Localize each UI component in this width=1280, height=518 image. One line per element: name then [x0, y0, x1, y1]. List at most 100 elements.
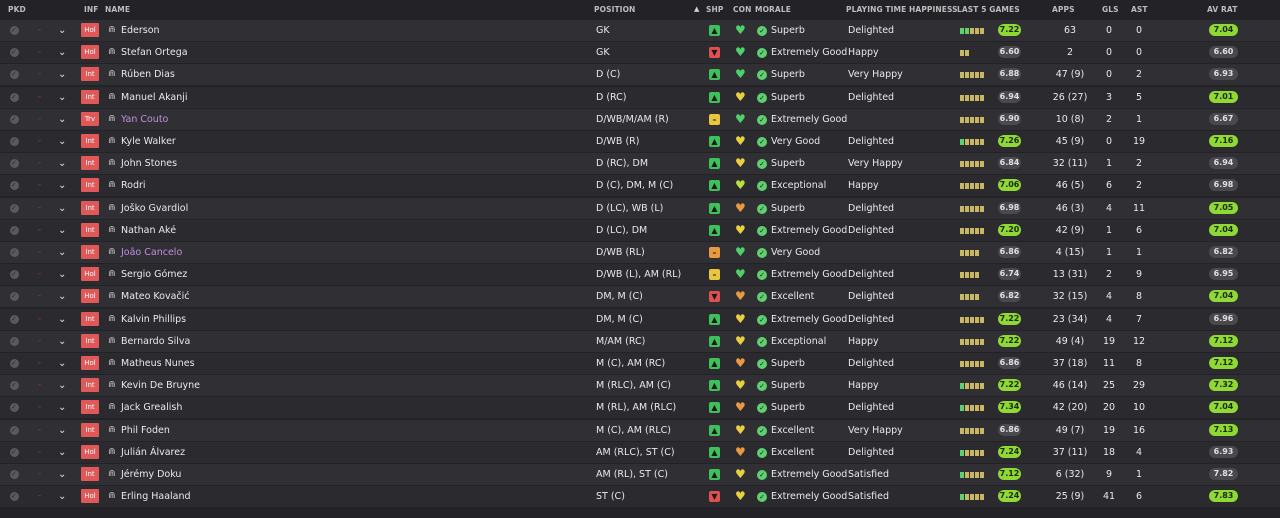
chevron-down-icon[interactable]: ⌄ [58, 198, 66, 219]
picked-checkbox[interactable] [10, 464, 19, 485]
chevron-down-icon[interactable]: ⌄ [58, 242, 66, 263]
table-row[interactable]: - ⌄ Int ⋒ John Stones D (RC), DM ▲ ♥ ✓ Superb Very… [0, 153, 1280, 175]
picked-checkbox[interactable] [10, 353, 19, 374]
col-con[interactable]: CON [733, 5, 751, 14]
player-name[interactable]: Stefan Ortega [121, 42, 188, 63]
player-name[interactable]: Yan Couto [121, 109, 168, 130]
chevron-down-icon[interactable]: ⌄ [58, 331, 66, 352]
player-name[interactable]: Sergio Gómez [121, 264, 187, 285]
chevron-down-icon[interactable]: ⌄ [58, 464, 66, 485]
table-row[interactable]: - ⌄ Int ⋒ Joško Gvardiol D (LC), WB (L) ▲ ♥ ✓ Sup… [0, 197, 1280, 219]
player-name[interactable]: Joško Gvardiol [121, 198, 188, 219]
table-row[interactable]: - ⌄ Int ⋒ Kevin De Bruyne M (RLC), AM (C) ▲ ♥ ✓ S… [0, 375, 1280, 397]
chevron-down-icon[interactable]: ⌄ [58, 442, 66, 463]
player-name[interactable]: Nathan Aké [121, 220, 176, 241]
chevron-down-icon[interactable]: ⌄ [58, 64, 66, 85]
picked-checkbox[interactable] [10, 309, 19, 330]
picked-checkbox[interactable] [10, 198, 19, 219]
picked-checkbox[interactable] [10, 397, 19, 418]
chevron-down-icon[interactable]: ⌄ [58, 175, 66, 196]
table-row[interactable]: - ⌄ Trv ⋒ Yan Couto D/WB/M/AM (R) – ♥ ✓ Extremely… [0, 108, 1280, 130]
chevron-down-icon[interactable]: ⌄ [58, 353, 66, 374]
player-name[interactable]: Erling Haaland [121, 486, 191, 507]
col-apps[interactable]: APPS [1052, 5, 1075, 14]
chevron-down-icon[interactable]: ⌄ [58, 220, 66, 241]
col-gls[interactable]: GLS [1102, 5, 1119, 14]
table-row[interactable]: - ⌄ Int ⋒ Jérémy Doku AM (RL), ST (C) ▲ ♥ ✓ Extre… [0, 464, 1280, 485]
player-name[interactable]: Matheus Nunes [121, 353, 195, 374]
chevron-down-icon[interactable]: ⌄ [58, 486, 66, 507]
chevron-down-icon[interactable]: ⌄ [58, 131, 66, 152]
player-name[interactable]: Jérémy Doku [121, 464, 181, 485]
chevron-down-icon[interactable]: ⌄ [58, 420, 66, 441]
picked-checkbox[interactable] [10, 331, 19, 352]
player-name[interactable]: Ederson [121, 20, 160, 41]
chevron-down-icon[interactable]: ⌄ [58, 109, 66, 130]
table-row[interactable]: - ⌄ Hol ⋒ Erling Haaland ST (C) ▼ ♥ ✓ Extremely G… [0, 486, 1280, 508]
player-name[interactable]: Mateo Kovačić [121, 286, 190, 307]
col-inf[interactable]: INF [84, 5, 99, 14]
table-row[interactable]: - ⌄ Int ⋒ Rodri D (C), DM, M (C) ▲ ♥ ✓ Exceptiona… [0, 175, 1280, 197]
chevron-down-icon[interactable]: ⌄ [58, 286, 66, 307]
table-row[interactable]: - ⌄ Int ⋒ Nathan Aké D (LC), DM ▲ ♥ ✓ Extremely G… [0, 219, 1280, 241]
picked-checkbox[interactable] [10, 175, 19, 196]
col-position[interactable]: POSITION [594, 5, 635, 14]
player-name[interactable]: Kyle Walker [121, 131, 176, 152]
picked-checkbox[interactable] [10, 64, 19, 85]
player-name[interactable]: Phil Foden [121, 420, 170, 441]
table-row[interactable]: - ⌄ Hol ⋒ Sergio Gómez D/WB (L), AM (RL) – ♥ ✓ Ex… [0, 264, 1280, 286]
player-name[interactable]: Bernardo Silva [121, 331, 190, 352]
table-row[interactable]: - ⌄ Int ⋒ Phil Foden M (C), AM (RLC) ▲ ♥ ✓ Excell… [0, 419, 1280, 441]
chevron-down-icon[interactable]: ⌄ [58, 87, 66, 108]
picked-checkbox[interactable] [10, 375, 19, 396]
picked-checkbox[interactable] [10, 20, 19, 41]
table-row[interactable]: - ⌄ Hol ⋒ Julián Álvarez AM (RLC), ST (C) ▲ ♥ ✓ E… [0, 441, 1280, 463]
chevron-down-icon[interactable]: ⌄ [58, 42, 66, 63]
chevron-down-icon[interactable]: ⌄ [58, 309, 66, 330]
col-playing-time[interactable]: PLAYING TIME HAPPINESS [846, 5, 958, 14]
col-shp[interactable]: SHP [706, 5, 723, 14]
picked-checkbox[interactable] [10, 153, 19, 174]
chevron-down-icon[interactable]: ⌄ [58, 264, 66, 285]
table-row[interactable]: - ⌄ Hol ⋒ Stefan Ortega GK ▼ ♥ ✓ Extremely GoodHa… [0, 42, 1280, 64]
picked-checkbox[interactable] [10, 420, 19, 441]
player-name[interactable]: Rúben Dias [121, 64, 175, 85]
picked-checkbox[interactable] [10, 264, 19, 285]
player-name[interactable]: Kevin De Bruyne [121, 375, 200, 396]
table-row[interactable]: - ⌄ Hol ⋒ Mateo Kovačić DM, M (C) ▼ ♥ ✓ Excellent… [0, 286, 1280, 308]
player-name[interactable]: Kalvin Phillips [121, 309, 186, 330]
player-name[interactable]: João Cancelo [121, 242, 182, 263]
col-ast[interactable]: AST [1131, 5, 1148, 14]
col-name[interactable]: NAME [105, 5, 130, 14]
col-last5[interactable]: LAST 5 GAMES [957, 5, 1020, 14]
table-row[interactable]: - ⌄ Int ⋒ Kalvin Phillips DM, M (C) ▲ ♥ ✓ Extreme… [0, 308, 1280, 330]
table-row[interactable]: - ⌄ Int ⋒ Kyle Walker D/WB (R) ▲ ♥ ✓ Very Good Del… [0, 131, 1280, 152]
chevron-down-icon[interactable]: ⌄ [58, 375, 66, 396]
chevron-down-icon[interactable]: ⌄ [58, 20, 66, 41]
table-row[interactable]: - ⌄ Int ⋒ Jack Grealish M (RL), AM (RLC) ▲ ♥ ✓ Su… [0, 397, 1280, 419]
picked-checkbox[interactable] [10, 131, 19, 152]
table-row[interactable]: - ⌄ Int ⋒ João Cancelo D/WB (RL) – ♥ ✓ Very Good 6… [0, 242, 1280, 263]
table-row[interactable]: - ⌄ Hol ⋒ Ederson GK ▲ ♥ ✓ Superb Delighted 7.22 63 0… [0, 20, 1280, 41]
player-name[interactable]: Julián Álvarez [121, 442, 185, 463]
table-row[interactable]: - ⌄ Int ⋒ Bernardo Silva M/AM (RC) ▲ ♥ ✓ Exceptio… [0, 330, 1280, 352]
table-row[interactable]: - ⌄ Int ⋒ Rúben Dias D (C) ▲ ♥ ✓ Superb Very Happy… [0, 64, 1280, 86]
picked-checkbox[interactable] [10, 42, 19, 63]
picked-checkbox[interactable] [10, 220, 19, 241]
picked-checkbox[interactable] [10, 286, 19, 307]
picked-checkbox[interactable] [10, 109, 19, 130]
picked-checkbox[interactable] [10, 87, 19, 108]
player-name[interactable]: Manuel Akanji [121, 87, 188, 108]
player-name[interactable]: John Stones [121, 153, 177, 174]
table-row[interactable]: - ⌄ Int ⋒ Manuel Akanji D (RC) ▲ ♥ ✓ Superb Deligh… [0, 86, 1280, 108]
table-row[interactable]: - ⌄ Hol ⋒ Matheus Nunes M (C), AM (RC) ▲ ♥ ✓ Supe… [0, 353, 1280, 374]
col-morale[interactable]: MORALE [755, 5, 791, 14]
picked-checkbox[interactable] [10, 486, 19, 507]
col-pkd[interactable]: PKD [8, 5, 26, 14]
chevron-down-icon[interactable]: ⌄ [58, 153, 66, 174]
player-name[interactable]: Jack Grealish [121, 397, 182, 418]
player-name[interactable]: Rodri [121, 175, 146, 196]
chevron-down-icon[interactable]: ⌄ [58, 397, 66, 418]
col-avrat[interactable]: AV RAT [1207, 5, 1237, 14]
picked-checkbox[interactable] [10, 242, 19, 263]
